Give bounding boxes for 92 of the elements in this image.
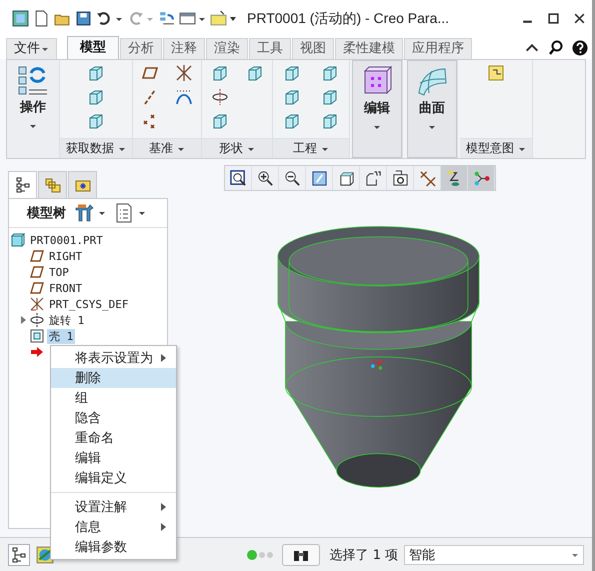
favorites-tab[interactable] bbox=[68, 171, 97, 198]
app-icon[interactable] bbox=[12, 10, 29, 27]
menu-item-label: 将表示设置为 bbox=[75, 350, 153, 367]
menu-item[interactable]: 编辑定义 bbox=[51, 468, 176, 488]
windows-icon[interactable] bbox=[179, 10, 196, 27]
menu-item-label: 设置注解 bbox=[75, 499, 127, 516]
window-title: PRT0001 (活动的) - Creo Para... bbox=[247, 10, 450, 28]
csys-icon[interactable] bbox=[175, 64, 193, 82]
ribbon-tab[interactable]: 应用程序 bbox=[404, 38, 472, 59]
tools-icon[interactable] bbox=[74, 203, 94, 223]
annotation-display-icon[interactable] bbox=[441, 166, 468, 190]
ribbon-group-label[interactable]: 获取数据 bbox=[60, 138, 132, 158]
tree-item[interactable]: TOP bbox=[47, 266, 71, 278]
menu-item-label: 删除 bbox=[75, 370, 101, 387]
menu-item[interactable]: 删除 bbox=[51, 368, 176, 388]
tree-item[interactable]: FRONT bbox=[47, 282, 84, 294]
menu-item-label: 编辑 bbox=[75, 450, 101, 467]
model-tree-tab[interactable] bbox=[8, 171, 37, 198]
status-indicator-icon bbox=[246, 548, 276, 560]
revolve-icon bbox=[30, 313, 44, 327]
operations-icon bbox=[17, 64, 49, 96]
coordinate-system-icon bbox=[30, 297, 44, 311]
expand-arrow-icon[interactable] bbox=[19, 316, 27, 324]
caret-icon bbox=[373, 123, 381, 131]
caret-icon[interactable] bbox=[98, 209, 106, 217]
ribbon-tab[interactable]: 模型 bbox=[67, 36, 119, 59]
tree-item[interactable]: 旋转 1 bbox=[47, 312, 86, 328]
tree-item[interactable]: RIGHT bbox=[47, 250, 84, 262]
regenerate-icon[interactable] bbox=[158, 10, 175, 27]
save-icon[interactable] bbox=[75, 10, 92, 27]
selection-filter-dropdown[interactable]: 智能 bbox=[404, 544, 584, 564]
ribbon-group-label[interactable]: 工程 bbox=[273, 138, 349, 158]
insert-here-arrow-icon bbox=[30, 345, 44, 359]
menu-item[interactable]: 编辑参数 bbox=[51, 537, 176, 557]
menu-item[interactable]: 编辑 bbox=[51, 448, 176, 468]
folders-icon bbox=[44, 177, 60, 193]
ribbon-tab[interactable]: 注释 bbox=[163, 38, 205, 59]
intent-icon[interactable] bbox=[487, 64, 505, 82]
ribbon-large-button[interactable]: 曲面 bbox=[407, 60, 457, 158]
menu-item-label: 重命名 bbox=[75, 430, 114, 447]
caret-icon[interactable] bbox=[138, 209, 146, 217]
spin-center-icon[interactable] bbox=[468, 166, 495, 190]
menu-item[interactable]: 组 bbox=[51, 388, 176, 408]
settings-list-icon[interactable] bbox=[114, 203, 134, 223]
menu-item[interactable]: 信息 bbox=[51, 517, 176, 537]
menu-item-label: 编辑定义 bbox=[75, 470, 127, 487]
menu-item-label: 编辑参数 bbox=[75, 539, 127, 556]
ribbon-group-label[interactable]: 基准 bbox=[133, 138, 201, 158]
new-file-icon[interactable] bbox=[33, 10, 50, 27]
menu-item[interactable]: 将表示设置为 bbox=[51, 348, 176, 368]
menu-item[interactable]: 设置注解 bbox=[51, 497, 176, 517]
undo-icon[interactable] bbox=[96, 10, 113, 27]
ribbon-group-label[interactable]: 模型意图 bbox=[460, 138, 532, 158]
close-icon[interactable] bbox=[573, 12, 586, 25]
model-tree-title: 模型树 bbox=[27, 205, 66, 222]
caret-icon bbox=[41, 45, 49, 53]
datum-plane-icon bbox=[30, 265, 44, 279]
find-button[interactable] bbox=[282, 544, 320, 566]
maximize-icon[interactable] bbox=[547, 12, 560, 25]
tree-item[interactable]: PRT0001.PRT bbox=[28, 234, 105, 246]
menu-item-label: 组 bbox=[75, 390, 88, 407]
plane-icon[interactable] bbox=[141, 64, 159, 82]
part-icon bbox=[11, 233, 25, 247]
ribbon-large-button[interactable]: 操作 bbox=[7, 60, 59, 158]
cube-icon bbox=[361, 65, 393, 97]
revolve-icon[interactable] bbox=[210, 88, 228, 106]
ribbon-tab[interactable]: 视图 bbox=[292, 38, 334, 59]
menu-item-label: 隐含 bbox=[75, 410, 101, 427]
tree-item[interactable]: PRT_CSYS_DEF bbox=[47, 298, 130, 310]
model-tree-toggle-icon[interactable] bbox=[8, 544, 30, 566]
ribbon-large-button[interactable]: 编辑 bbox=[352, 60, 402, 158]
caret-icon bbox=[29, 122, 37, 130]
customize-caret-icon[interactable] bbox=[229, 14, 237, 22]
folder-browser-tab[interactable] bbox=[38, 171, 67, 198]
search-icon[interactable] bbox=[548, 40, 564, 56]
ribbon-tab[interactable]: 柔性建模 bbox=[335, 38, 403, 59]
selection-status: 选择了 1 项 bbox=[330, 546, 398, 564]
help-icon[interactable] bbox=[572, 40, 588, 56]
menu-item-label: 信息 bbox=[75, 519, 101, 536]
ribbon-tab[interactable]: 文件 bbox=[6, 38, 57, 59]
menu-item[interactable]: 隐含 bbox=[51, 408, 176, 428]
datum-plane-icon bbox=[30, 249, 44, 263]
ribbon-tab[interactable]: 分析 bbox=[120, 38, 162, 59]
ribbon-group-label[interactable]: 形状 bbox=[202, 138, 272, 158]
caret-icon bbox=[428, 123, 436, 131]
tree-icon bbox=[14, 177, 30, 193]
menu-item[interactable]: 重命名 bbox=[51, 428, 176, 448]
ribbon-tab[interactable]: 渲染 bbox=[206, 38, 248, 59]
ribbon-tab[interactable]: 工具 bbox=[249, 38, 291, 59]
tree-item[interactable]: 壳 1 bbox=[47, 328, 76, 344]
datum-plane-icon bbox=[30, 281, 44, 295]
curve-icon[interactable] bbox=[175, 88, 193, 106]
